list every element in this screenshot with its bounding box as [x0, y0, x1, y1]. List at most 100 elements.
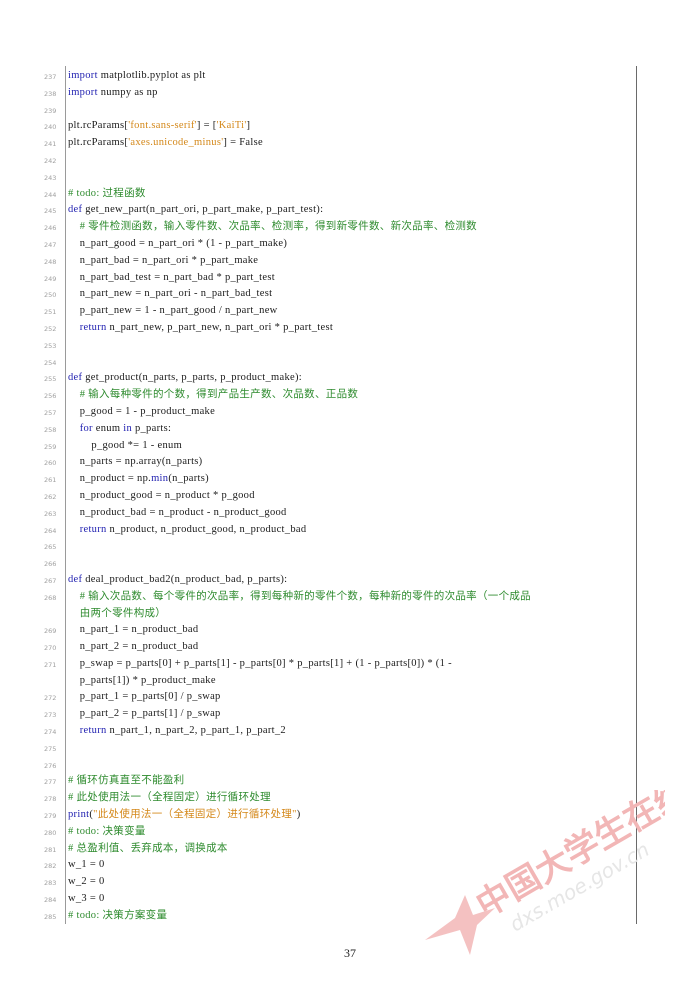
- line-number: 277: [44, 778, 57, 787]
- string-token: 'KaiTi': [216, 120, 247, 132]
- code-line: 256 # 输入每种零件的个数，得到产品生产数、次品数、正品数: [0, 387, 700, 404]
- line-number: 254: [44, 358, 57, 367]
- code-text: n_part_1 = n_product_bad: [68, 622, 628, 639]
- code-text: # todo: 决策变量: [68, 824, 628, 841]
- comment-token: # 零件检测函数，输入零件数、次品率、检测率，得到新零件数、新次品率、检测数: [68, 221, 477, 233]
- code-token: n_part_new = n_part_ori - n_part_bad_tes…: [68, 288, 273, 300]
- code-text: # 总盈利值、丢弃成本，调换成本: [68, 841, 628, 858]
- code-text: import numpy as np: [68, 85, 628, 102]
- code-text: import matplotlib.pyplot as plt: [68, 68, 628, 85]
- code-text: p_part_1 = p_parts[0] / p_swap: [68, 689, 628, 706]
- code-line: 285 # todo: 决策方案变量: [0, 908, 700, 925]
- code-text: n_part_2 = n_product_bad: [68, 639, 628, 656]
- line-number: 263: [44, 509, 57, 518]
- keyword-token: for: [79, 422, 93, 434]
- code-token: deal_product_bad2(n_product_bad, p_parts…: [82, 573, 288, 585]
- code-text: plt.rcParams['font.sans-serif'] = ['KaiT…: [68, 118, 628, 135]
- keyword-token: return: [79, 321, 107, 333]
- code-line: 263 n_product_bad = n_product - n_produc…: [0, 505, 700, 522]
- code-text: # 输入次品数、每个零件的次品率，得到每种新的零件个数，每种新的零件的次品率（一…: [68, 589, 628, 623]
- keyword-token: in: [123, 422, 133, 434]
- keyword-token: def: [68, 204, 83, 216]
- code-line: 247 n_part_good = n_part_ori * (1 - p_pa…: [0, 236, 700, 253]
- comment-token: # 输入次品数、每个零件的次品率，得到每种新的零件个数，每种新的零件的次品率（一…: [79, 590, 531, 619]
- keyword-token: import: [68, 70, 98, 81]
- page-number: 37: [344, 946, 356, 960]
- string-token: 'font.sans-serif': [128, 120, 197, 132]
- code-line: 246 # 零件检测函数，输入零件数、次品率、检测率，得到新零件数、新次品率、检…: [0, 219, 700, 236]
- line-number: 280: [44, 828, 57, 837]
- line-number: 260: [44, 459, 57, 468]
- comment-token: # 循环仿真直至不能盈利: [68, 775, 185, 787]
- line-number: 282: [44, 862, 57, 871]
- code-line: 242: [0, 152, 700, 169]
- code-token: p_parts:: [132, 422, 172, 434]
- line-number: 243: [44, 173, 57, 182]
- line-number: 262: [44, 492, 57, 501]
- code-text: w_1 = 0: [68, 857, 628, 874]
- code-line: 260 n_parts = np.array(n_parts): [0, 454, 700, 471]
- code-text: plt.rcParams['axes.unicode_minus'] = Fal…: [68, 135, 628, 152]
- code-text: p_good *= 1 - enum: [68, 438, 628, 455]
- code-line: 255 def get_product(n_parts, p_parts, p_p…: [0, 370, 700, 387]
- line-number: 244: [44, 190, 57, 199]
- code-token: enum: [92, 422, 124, 434]
- code-token: p_good = 1 - p_product_make: [68, 405, 216, 417]
- code-token: n_part_2 = n_product_bad: [68, 641, 199, 653]
- code-text: # todo: 过程函数: [68, 186, 628, 203]
- code-token: w_3 = 0: [68, 893, 105, 905]
- code-text: # todo: 决策方案变量: [68, 908, 628, 925]
- line-number: 283: [44, 879, 57, 888]
- code-text: return n_product, n_product_good, n_prod…: [68, 522, 628, 539]
- code-line: 244 # todo: 过程函数: [0, 186, 700, 203]
- code-line: 245 def get_new_part(n_part_ori, p_part_m…: [0, 202, 700, 219]
- keyword-token: import: [68, 86, 98, 98]
- code-text: n_part_bad_test = n_part_bad * p_part_te…: [68, 270, 628, 287]
- code-token: plt.rcParams[: [68, 120, 129, 132]
- line-number: 258: [44, 425, 57, 434]
- code-token: n_product = np.: [68, 473, 152, 485]
- line-number: 259: [44, 442, 57, 451]
- code-token: n_part_good = n_part_ori * (1 - p_part_m…: [68, 237, 288, 249]
- line-number: 266: [44, 560, 57, 569]
- comment-token: # todo: 决策方案变量: [68, 909, 168, 921]
- line-number: 252: [44, 324, 57, 333]
- code-token: ] = [: [196, 120, 217, 132]
- code-token: plt.rcParams[: [68, 137, 129, 149]
- code-text: return n_part_new, p_part_new, n_part_or…: [68, 320, 628, 337]
- line-number: 264: [44, 526, 57, 535]
- code-line: 239: [0, 102, 700, 119]
- line-number: 242: [44, 156, 57, 165]
- code-line: 281 # 总盈利值、丢弃成本，调换成本: [0, 841, 700, 858]
- code-line: 237 import matplotlib.pyplot as plt: [0, 68, 700, 85]
- code-line: 279 print("此处使用法一（全程固定）进行循环处理"): [0, 807, 700, 824]
- code-token: n_part_new, p_part_new, n_part_ori * p_p…: [106, 321, 334, 333]
- code-text: p_swap = p_parts[0] + p_parts[1] - p_par…: [68, 656, 628, 690]
- code-text: def get_new_part(n_part_ori, p_part_make…: [68, 202, 628, 219]
- code-line: 274 return n_part_1, n_part_2, p_part_1,…: [0, 723, 700, 740]
- line-number: 247: [44, 240, 57, 249]
- code-token: ): [296, 809, 301, 821]
- code-line: 264 return n_product, n_product_good, n_…: [0, 522, 700, 539]
- code-line: 275: [0, 740, 700, 757]
- code-text: n_product_bad = n_product - n_product_go…: [68, 505, 628, 522]
- code-line: 250 n_part_new = n_part_ori - n_part_bad…: [0, 286, 700, 303]
- line-number: 274: [44, 728, 57, 737]
- line-number: 249: [44, 274, 57, 283]
- code-text: n_part_bad = n_part_ori * p_part_make: [68, 253, 628, 270]
- code-line: 258 for enum in p_parts:: [0, 421, 700, 438]
- code-line: 278 # 此处使用法一（全程固定）进行循环处理: [0, 790, 700, 807]
- string-token: "此处使用法一（全程固定）进行循环处理": [93, 809, 297, 821]
- code-token: n_product, n_product_good, n_product_bad: [106, 523, 307, 535]
- line-number: 272: [44, 694, 57, 703]
- code-line: 271 p_swap = p_parts[0] + p_parts[1] - p…: [0, 656, 700, 690]
- line-number: 239: [44, 106, 57, 115]
- code-token: n_part_1 = n_product_bad: [68, 624, 199, 636]
- code-token: n_product_good = n_product * p_good: [68, 489, 255, 501]
- code-token: p_swap = p_parts[0] + p_parts[1] - p_par…: [79, 657, 452, 686]
- code-text: return n_part_1, n_part_2, p_part_1, p_p…: [68, 723, 628, 740]
